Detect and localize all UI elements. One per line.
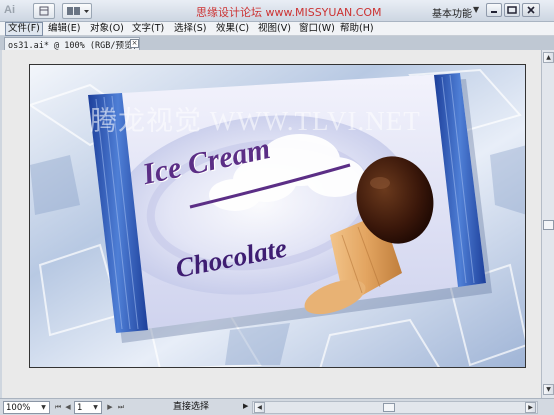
arrange-documents-button[interactable] bbox=[62, 3, 92, 19]
menu-window[interactable]: 窗口(W) bbox=[299, 23, 335, 35]
menu-type[interactable]: 文字(T) bbox=[132, 23, 164, 35]
menu-help[interactable]: 帮助(H) bbox=[340, 23, 374, 35]
status-bar: 100% ▼ ⏮ ◀ 1 ▼ ▶ ⏭ 直接选择 ▶ ◀ ▶ bbox=[0, 398, 554, 415]
menu-bar: 文件(F) 编辑(E) 对象(O) 文字(T) 选择(S) 效果(C) 视图(V… bbox=[0, 22, 554, 36]
restore-icon bbox=[507, 6, 517, 14]
app-logo: Ai bbox=[4, 4, 15, 16]
prev-page-icon[interactable]: ◀ bbox=[63, 402, 73, 413]
document-tab[interactable]: os31.ai* @ 100% (RGB/预览) × bbox=[4, 37, 140, 51]
scroll-up-button[interactable]: ▲ bbox=[543, 52, 554, 63]
artwork-watermark: 腾龙视觉 WWW.TLVI.NET bbox=[90, 106, 421, 136]
minimize-icon bbox=[491, 11, 497, 13]
scroll-down-button[interactable]: ▼ bbox=[543, 384, 554, 395]
status-menu-icon[interactable]: ▶ bbox=[243, 402, 248, 410]
horizontal-scroll-thumb[interactable] bbox=[383, 403, 395, 412]
workspace-switcher[interactable]: 基本功能 bbox=[432, 5, 472, 20]
artboard[interactable]: 腾龙视觉 WWW.TLVI.NET Ice Cream Chocolate bbox=[29, 64, 526, 368]
restore-button[interactable] bbox=[504, 3, 520, 17]
scroll-right-button[interactable]: ▶ bbox=[525, 402, 536, 413]
chevron-down-icon[interactable]: ▼ bbox=[39, 403, 48, 412]
scroll-left-button[interactable]: ◀ bbox=[254, 402, 265, 413]
menu-select[interactable]: 选择(S) bbox=[174, 23, 206, 35]
horizontal-scrollbar[interactable]: ◀ ▶ bbox=[252, 401, 538, 414]
menu-view[interactable]: 视图(V) bbox=[258, 23, 291, 35]
current-tool-status[interactable]: 直接选择 bbox=[130, 400, 252, 414]
vertical-scroll-thumb[interactable] bbox=[543, 220, 554, 230]
last-page-icon[interactable]: ⏭ bbox=[116, 402, 126, 413]
page-value: 1 bbox=[77, 403, 83, 413]
chevron-down-icon[interactable]: ▼ bbox=[473, 5, 479, 14]
document-tab-bar: os31.ai* @ 100% (RGB/预览) × bbox=[0, 36, 554, 51]
menu-file[interactable]: 文件(F) bbox=[5, 22, 43, 36]
bridge-button[interactable] bbox=[33, 3, 55, 19]
close-icon[interactable]: × bbox=[130, 39, 139, 48]
menu-edit[interactable]: 编辑(E) bbox=[48, 23, 80, 35]
close-icon bbox=[527, 6, 535, 14]
document-canvas[interactable]: 腾龙视觉 WWW.TLVI.NET Ice Cream Chocolate bbox=[2, 50, 541, 398]
title-bar: Ai 思缘设计论坛 www.MISSYUAN.COM 基本功能 ▼ bbox=[0, 0, 554, 22]
bridge-icon bbox=[39, 6, 49, 16]
next-page-icon[interactable]: ▶ bbox=[105, 402, 115, 413]
arrange-documents-icon bbox=[67, 7, 89, 15]
vertical-scrollbar[interactable]: ▲ ▼ bbox=[541, 50, 554, 398]
menu-object[interactable]: 对象(O) bbox=[90, 23, 124, 35]
minimize-button[interactable] bbox=[486, 3, 502, 17]
first-page-icon[interactable]: ⏮ bbox=[53, 402, 63, 413]
zoom-value: 100% bbox=[6, 403, 31, 413]
zoom-select[interactable]: 100% ▼ bbox=[3, 401, 50, 414]
close-window-button[interactable] bbox=[522, 3, 540, 17]
menu-effect[interactable]: 效果(C) bbox=[216, 23, 249, 35]
page-select[interactable]: 1 ▼ bbox=[74, 401, 102, 414]
title-watermark: 思缘设计论坛 www.MISSYUAN.COM bbox=[196, 6, 382, 19]
chevron-down-icon[interactable]: ▼ bbox=[91, 403, 100, 412]
